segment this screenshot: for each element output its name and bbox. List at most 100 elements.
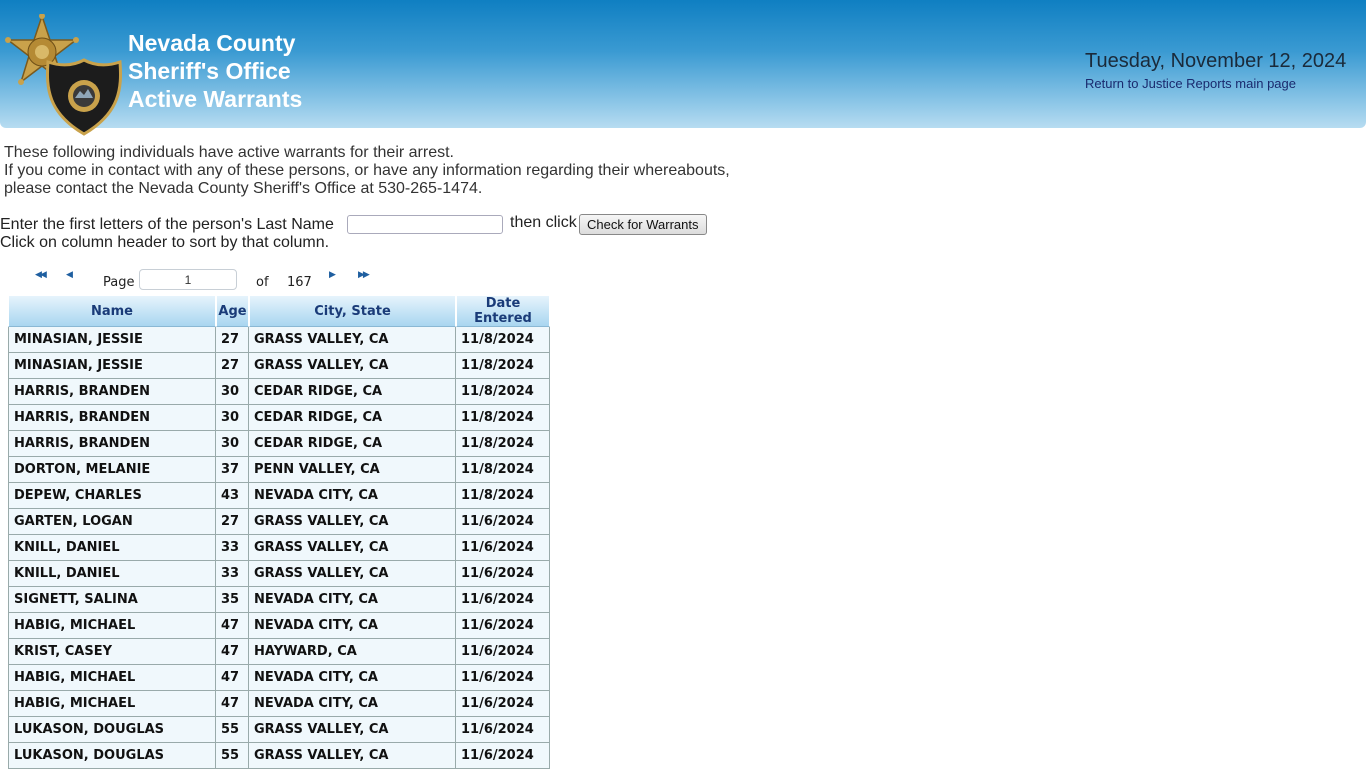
cell-age: 47	[216, 665, 249, 691]
table-row: MINASIAN, JESSIE 27 GRASS VALLEY, CA 11/8/2…	[8, 327, 550, 353]
cell-name: SIGNETT, SALINA	[8, 587, 216, 613]
cell-age: 47	[216, 639, 249, 665]
column-header-name[interactable]: Name	[8, 295, 216, 327]
cell-city-state: GRASS VALLEY, CA	[249, 509, 456, 535]
cell-age: 33	[216, 535, 249, 561]
total-pages: 167	[287, 275, 312, 290]
table-row: HABIG, MICHAEL 47 NEVADA CITY, CA 11/6/2024	[8, 691, 550, 717]
cell-name: GARTEN, LOGAN	[8, 509, 216, 535]
header-title-line-2: Sheriff's Office	[128, 58, 291, 84]
intro-line-1: These following individuals have active …	[4, 144, 454, 161]
cell-city-state: NEVADA CITY, CA	[249, 587, 456, 613]
cell-date-entered: 11/6/2024	[456, 509, 550, 535]
cell-age: 30	[216, 405, 249, 431]
header-title-line-1: Nevada County	[128, 30, 296, 56]
cell-age: 27	[216, 327, 249, 353]
table-row: LUKASON, DOUGLAS 55 GRASS VALLEY, CA 11/6/2…	[8, 717, 550, 743]
cell-city-state: CEDAR RIDGE, CA	[249, 379, 456, 405]
column-header-date-entered[interactable]: Date Entered	[456, 295, 550, 327]
cell-city-state: NEVADA CITY, CA	[249, 665, 456, 691]
cell-age: 55	[216, 717, 249, 743]
cell-city-state: NEVADA CITY, CA	[249, 483, 456, 509]
page-label: Page	[103, 275, 135, 290]
table-row: LUKASON, DOUGLAS 55 GRASS VALLEY, CA 11/6/2…	[8, 743, 550, 769]
cell-date-entered: 11/8/2024	[456, 483, 550, 509]
last-name-search-input[interactable]	[347, 215, 503, 234]
cell-city-state: GRASS VALLEY, CA	[249, 327, 456, 353]
cell-city-state: GRASS VALLEY, CA	[249, 743, 456, 769]
cell-date-entered: 11/6/2024	[456, 743, 550, 769]
table-row: KNILL, DANIEL 33 GRASS VALLEY, CA 11/6/2024	[8, 561, 550, 587]
warrants-table: Name Age City, State Date Entered MINASI…	[8, 295, 550, 769]
cell-city-state: GRASS VALLEY, CA	[249, 717, 456, 743]
cell-date-entered: 11/8/2024	[456, 353, 550, 379]
cell-age: 37	[216, 457, 249, 483]
prev-page-icon[interactable]: ◀	[66, 270, 73, 280]
current-date: Tuesday, November 12, 2024	[1085, 50, 1347, 72]
then-click-label: then click	[510, 214, 577, 231]
sheriff-logo	[4, 14, 124, 136]
search-label: Enter the first letters of the person's …	[0, 216, 334, 233]
cell-age: 30	[216, 379, 249, 405]
next-page-icon[interactable]: ▶	[329, 270, 336, 280]
cell-name: KNILL, DANIEL	[8, 561, 216, 587]
cell-date-entered: 11/6/2024	[456, 665, 550, 691]
last-page-icon[interactable]: ▶▶	[358, 270, 370, 280]
cell-city-state: GRASS VALLEY, CA	[249, 353, 456, 379]
cell-name: LUKASON, DOUGLAS	[8, 717, 216, 743]
cell-age: 27	[216, 353, 249, 379]
cell-date-entered: 11/8/2024	[456, 431, 550, 457]
cell-date-entered: 11/6/2024	[456, 535, 550, 561]
return-to-reports-link[interactable]: Return to Justice Reports main page	[1085, 76, 1296, 91]
cell-city-state: NEVADA CITY, CA	[249, 613, 456, 639]
intro-line-3: please contact the Nevada County Sheriff…	[4, 180, 483, 197]
table-row: HARRIS, BRANDEN 30 CEDAR RIDGE, CA 11/8/202…	[8, 379, 550, 405]
first-page-icon[interactable]: ◀◀	[35, 270, 47, 280]
column-header-city-state[interactable]: City, State	[249, 295, 456, 327]
cell-date-entered: 11/6/2024	[456, 561, 550, 587]
cell-name: HARRIS, BRANDEN	[8, 405, 216, 431]
table-row: HARRIS, BRANDEN 30 CEDAR RIDGE, CA 11/8/202…	[8, 405, 550, 431]
cell-name: HARRIS, BRANDEN	[8, 379, 216, 405]
page-number-input[interactable]	[139, 269, 237, 290]
cell-date-entered: 11/8/2024	[456, 457, 550, 483]
cell-city-state: PENN VALLEY, CA	[249, 457, 456, 483]
county-badge-icon	[46, 58, 122, 136]
intro-text: These following individuals have active …	[4, 144, 730, 198]
column-header-age[interactable]: Age	[216, 295, 249, 327]
sort-hint: Click on column header to sort by that c…	[0, 234, 330, 251]
cell-name: MINASIAN, JESSIE	[8, 327, 216, 353]
table-row: DEPEW, CHARLES 43 NEVADA CITY, CA 11/8/2024	[8, 483, 550, 509]
cell-name: HABIG, MICHAEL	[8, 691, 216, 717]
cell-name: KNILL, DANIEL	[8, 535, 216, 561]
cell-age: 43	[216, 483, 249, 509]
table-header-row: Name Age City, State Date Entered	[8, 295, 550, 327]
cell-name: MINASIAN, JESSIE	[8, 353, 216, 379]
check-for-warrants-button[interactable]: Check for Warrants	[579, 214, 707, 235]
table-body: MINASIAN, JESSIE 27 GRASS VALLEY, CA 11/8/2…	[8, 327, 550, 769]
cell-date-entered: 11/6/2024	[456, 691, 550, 717]
cell-name: LUKASON, DOUGLAS	[8, 743, 216, 769]
cell-name: DEPEW, CHARLES	[8, 483, 216, 509]
header-title-line-3: Active Warrants	[128, 86, 303, 112]
cell-age: 47	[216, 691, 249, 717]
cell-name: HABIG, MICHAEL	[8, 613, 216, 639]
intro-line-2: If you come in contact with any of these…	[4, 162, 730, 179]
cell-city-state: CEDAR RIDGE, CA	[249, 431, 456, 457]
table-row: GARTEN, LOGAN 27 GRASS VALLEY, CA 11/6/2024	[8, 509, 550, 535]
cell-name: HARRIS, BRANDEN	[8, 431, 216, 457]
table-row: KNILL, DANIEL 33 GRASS VALLEY, CA 11/6/2024	[8, 535, 550, 561]
cell-date-entered: 11/8/2024	[456, 405, 550, 431]
cell-age: 33	[216, 561, 249, 587]
table-row: KRIST, CASEY 47 HAYWARD, CA 11/6/2024	[8, 639, 550, 665]
cell-age: 35	[216, 587, 249, 613]
cell-date-entered: 11/6/2024	[456, 639, 550, 665]
cell-city-state: HAYWARD, CA	[249, 639, 456, 665]
cell-age: 55	[216, 743, 249, 769]
cell-age: 30	[216, 431, 249, 457]
cell-date-entered: 11/8/2024	[456, 327, 550, 353]
cell-age: 27	[216, 509, 249, 535]
cell-date-entered: 11/6/2024	[456, 613, 550, 639]
table-row: MINASIAN, JESSIE 27 GRASS VALLEY, CA 11/8/2…	[8, 353, 550, 379]
cell-name: DORTON, MELANIE	[8, 457, 216, 483]
